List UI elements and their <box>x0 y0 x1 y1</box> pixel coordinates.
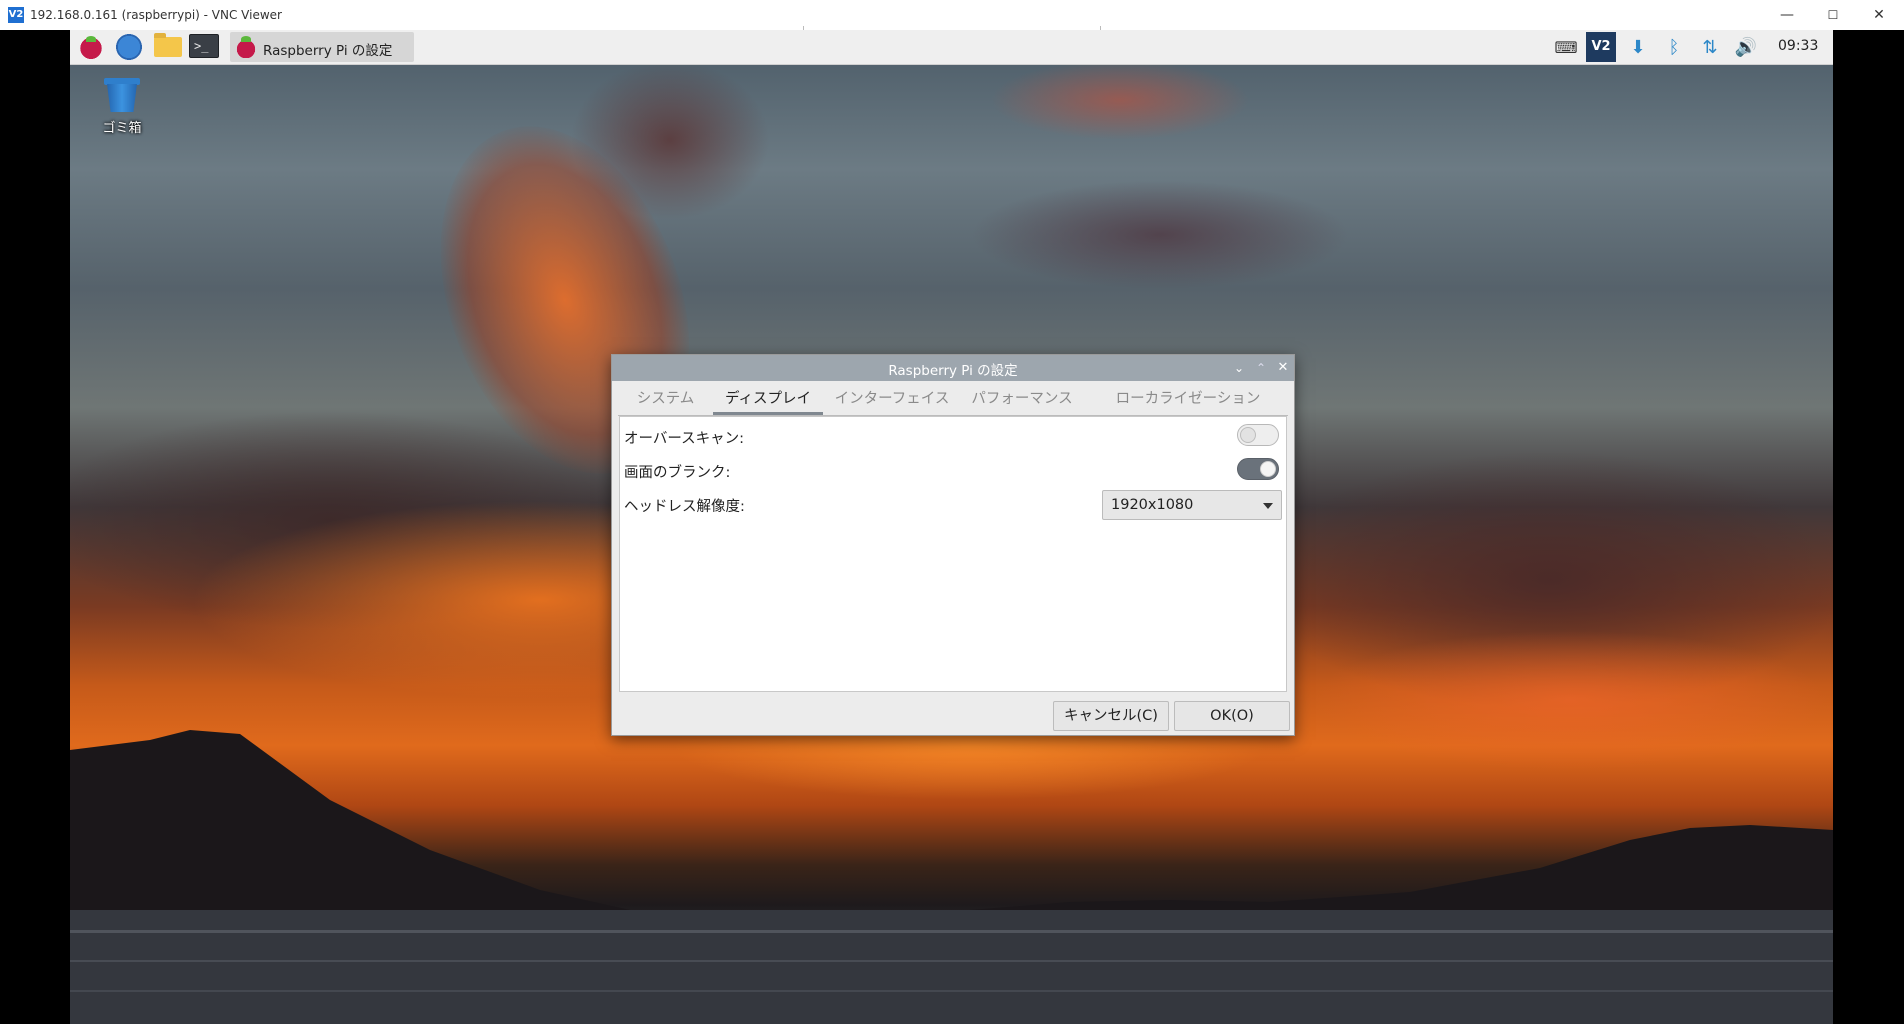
dialog-minimize-button[interactable]: ⌄ <box>1230 358 1248 378</box>
trash-body <box>107 84 137 112</box>
minimize-button[interactable]: — <box>1764 0 1810 30</box>
screen-blanking-label: 画面のブランク: <box>624 465 731 481</box>
resolution-value: 1920x1080 <box>1111 497 1194 513</box>
remote-desktop[interactable]: >_ Raspberry Pi の設定 ⌨ V2 ⬇ ᛒ ⇅ 🔊 09:33 ゴ… <box>70 30 1833 1024</box>
headless-resolution-label: ヘッドレス解像度: <box>624 499 745 515</box>
tab-bar: システム ディスプレイ インターフェイス パフォーマンス ローカライゼーション <box>618 383 1288 416</box>
chevron-down-icon <box>1263 503 1273 509</box>
maximize-button[interactable]: ☐ <box>1810 0 1856 30</box>
taskbar-item-label: Raspberry Pi の設定 <box>263 43 393 59</box>
dialog-title: Raspberry Pi の設定 <box>888 363 1018 379</box>
raspberry-icon <box>236 36 256 58</box>
tab-interface[interactable]: インターフェイス <box>828 383 956 415</box>
terminal-icon[interactable]: >_ <box>189 34 219 58</box>
taskbar: >_ Raspberry Pi の設定 ⌨ V2 ⬇ ᛒ ⇅ 🔊 09:33 <box>70 30 1833 65</box>
dialog-title-bar[interactable]: Raspberry Pi の設定 ⌄ ⌃ ✕ <box>612 355 1294 381</box>
browser-icon[interactable] <box>116 34 142 60</box>
dialog-close-button[interactable]: ✕ <box>1274 358 1292 378</box>
vnc-logo-icon: V2 <box>8 7 24 23</box>
raspberry-menu-icon[interactable] <box>78 34 104 60</box>
keyboard-icon[interactable]: ⌨ <box>1554 36 1578 60</box>
window-title: 192.168.0.161 (raspberrypi) - VNC Viewer <box>30 8 282 22</box>
ok-button[interactable]: OK(O) <box>1174 701 1290 731</box>
volume-icon[interactable]: 🔊 <box>1734 36 1758 60</box>
display-panel: オーバースキャン: 画面のブランク: ヘッドレス解像度: 1920x1080 <box>619 416 1287 692</box>
letterbox-right <box>1833 30 1904 1024</box>
trash-label[interactable]: ゴミ箱 <box>96 117 148 136</box>
overscan-toggle[interactable] <box>1237 424 1279 446</box>
toggle-knob <box>1260 461 1276 477</box>
headless-resolution-select[interactable]: 1920x1080 <box>1102 490 1282 520</box>
trash-icon[interactable] <box>104 78 140 114</box>
toggle-knob <box>1240 427 1256 443</box>
dialog-maximize-button[interactable]: ⌃ <box>1252 358 1270 378</box>
tab-localisation[interactable]: ローカライゼーション <box>1093 383 1283 415</box>
clock[interactable]: 09:33 <box>1778 38 1818 54</box>
bluetooth-icon[interactable]: ᛒ <box>1662 36 1686 60</box>
vnc-icon[interactable]: V2 <box>1586 32 1616 62</box>
update-icon[interactable]: ⬇ <box>1626 36 1650 60</box>
tab-performance[interactable]: パフォーマンス <box>958 383 1086 415</box>
settings-dialog: Raspberry Pi の設定 ⌄ ⌃ ✕ システム ディスプレイ インターフ… <box>611 354 1295 736</box>
tab-system[interactable]: システム <box>618 383 713 415</box>
tab-display[interactable]: ディスプレイ <box>713 383 823 415</box>
close-button[interactable]: ✕ <box>1856 0 1902 30</box>
letterbox-left <box>0 30 70 1024</box>
overscan-label: オーバースキャン: <box>624 431 745 447</box>
screen-blanking-toggle[interactable] <box>1237 458 1279 480</box>
network-icon[interactable]: ⇅ <box>1698 36 1722 60</box>
taskbar-item-settings[interactable]: Raspberry Pi の設定 <box>230 32 414 62</box>
cancel-button[interactable]: キャンセル(C) <box>1053 701 1169 731</box>
trash-lid <box>104 78 140 85</box>
file-manager-icon[interactable] <box>154 33 182 57</box>
window-title-bar: V2 192.168.0.161 (raspberrypi) - VNC Vie… <box>0 0 1904 35</box>
